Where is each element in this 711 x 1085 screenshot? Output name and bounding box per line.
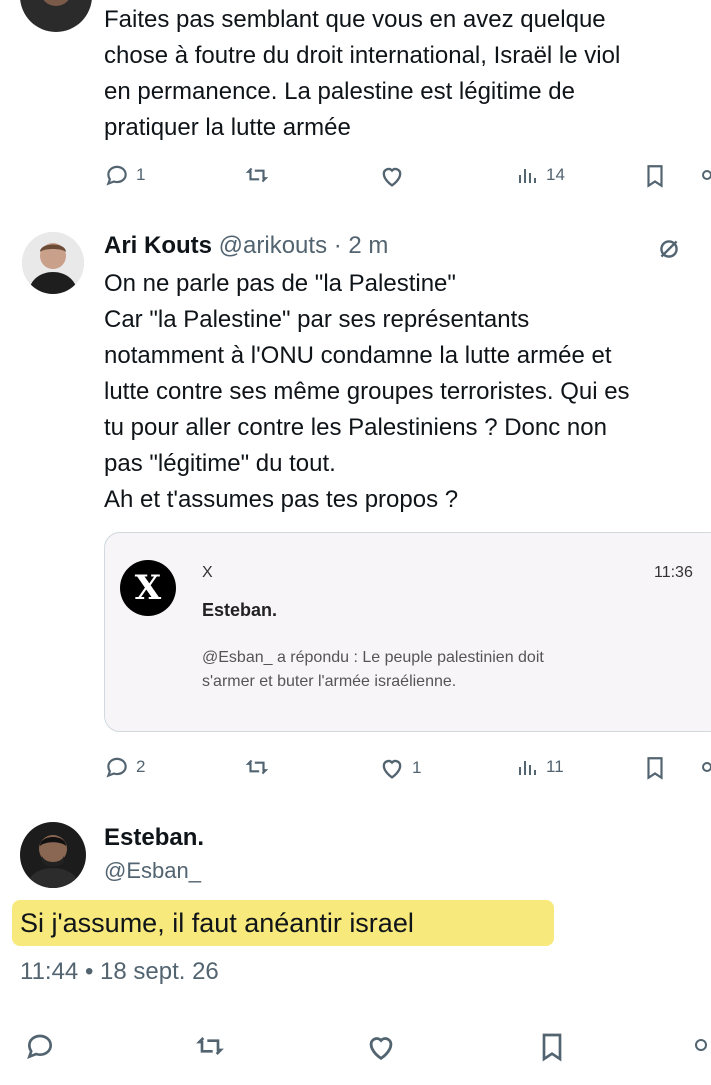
- reply-icon: [27, 1034, 53, 1059]
- quote-title: Esteban.: [202, 600, 278, 620]
- quote-time: 11:36: [654, 564, 693, 581]
- tweet-time: · 2 m: [333, 232, 389, 259]
- share-button-main[interactable]: [692, 1036, 710, 1054]
- tweet-reply-line: On ne parle pas de "la Palestine": [104, 270, 456, 297]
- like-button-ari[interactable]: 1: [378, 754, 421, 782]
- tweet-reply-line: pas "légitime" du tout.: [104, 450, 336, 477]
- author-name-main[interactable]: Esteban.: [104, 824, 204, 852]
- quote-body: @Esban_ a répondu : Le peuple palestinie…: [202, 646, 544, 694]
- x-logo-icon: X: [120, 560, 176, 616]
- tweet-reply-line: tu pour aller contre les Palestiniens ? …: [104, 414, 607, 441]
- author-handle-main[interactable]: @Esban_: [104, 858, 201, 884]
- author-name[interactable]: Ari Kouts: [104, 232, 212, 259]
- quote-body-line: s'armer et buter l'armée israélienne.: [202, 673, 457, 690]
- tweet-top-line: Faites pas semblant que vous en avez que…: [104, 6, 606, 33]
- heart-icon: [382, 759, 402, 779]
- bookmark-icon: [647, 165, 663, 188]
- views-count: 14: [546, 165, 565, 184]
- reply-count: 2: [136, 757, 146, 776]
- bookmark-button-ari[interactable]: [642, 754, 668, 782]
- repost-button-top[interactable]: [244, 162, 270, 188]
- heart-icon: [369, 1037, 393, 1061]
- tweet-top-line: en permanence. La palestine est légitime…: [104, 78, 575, 105]
- views-button-top[interactable]: 14: [516, 162, 565, 188]
- repost-icon: [245, 167, 269, 183]
- tweet-reply-text: On ne parle pas de "la Palestine" Car "l…: [104, 266, 711, 518]
- avatar-ari-kouts[interactable]: [22, 232, 84, 294]
- share-button-ari[interactable]: [700, 760, 711, 774]
- reply-button-top[interactable]: 1: [104, 162, 145, 188]
- views-count: 11: [546, 757, 564, 776]
- tweet-reply-line: lutte contre ses même groupes terroriste…: [104, 378, 630, 405]
- heart-icon: [382, 167, 402, 187]
- share-icon: [702, 170, 711, 180]
- grok-icon[interactable]: [656, 236, 682, 267]
- reply-count: 1: [136, 165, 146, 184]
- repost-button-main[interactable]: [194, 1030, 226, 1062]
- tweet-header-ari: Ari Kouts @arikouts · 2 m: [104, 228, 388, 264]
- reply-button-ari[interactable]: 2: [104, 754, 145, 780]
- repost-button-ari[interactable]: [244, 754, 270, 780]
- avatar-top[interactable]: [20, 0, 92, 32]
- reply-icon: [106, 165, 127, 186]
- bookmark-icon: [542, 1033, 562, 1062]
- share-button-top[interactable]: [700, 168, 711, 182]
- tweet-reply-line: notamment à l'ONU condamne la lutte armé…: [104, 342, 612, 369]
- tweet-top-text: Faites pas semblant que vous en avez que…: [104, 2, 711, 146]
- like-button-main[interactable]: [364, 1030, 398, 1064]
- views-button-ari[interactable]: 11: [516, 754, 564, 780]
- tweet-timestamp[interactable]: 11:44 • 18 sept. 26: [20, 958, 219, 986]
- like-button-top[interactable]: [378, 162, 406, 190]
- bookmark-icon: [647, 757, 663, 780]
- author-handle[interactable]: @arikouts: [219, 232, 327, 259]
- views-icon: [519, 761, 536, 775]
- repost-icon: [245, 759, 269, 775]
- tweet-main-text: Si j'assume, il faut anéantir israel: [20, 908, 414, 938]
- share-icon: [702, 762, 711, 772]
- tweet-reply-line: Ah et t'assumes pas tes propos ?: [104, 486, 459, 513]
- quoted-image-card[interactable]: [104, 532, 711, 732]
- tweet-top-line: pratiquer la lutte armée: [104, 114, 351, 141]
- bookmark-button-main[interactable]: [536, 1030, 568, 1064]
- reply-icon: [106, 757, 127, 778]
- share-icon: [695, 1039, 707, 1051]
- like-count: 1: [412, 758, 422, 777]
- quote-body-line: @Esban_ a répondu : Le peuple palestinie…: [202, 649, 544, 666]
- tweet-top-line: chose à foutre du droit international, I…: [104, 42, 621, 69]
- reply-button-main[interactable]: [24, 1030, 56, 1062]
- views-icon: [519, 169, 536, 183]
- repost-icon: [196, 1037, 224, 1055]
- bookmark-button-top[interactable]: [642, 162, 668, 190]
- quote-app-name: X: [202, 564, 213, 581]
- avatar-esteban[interactable]: [20, 822, 86, 888]
- tweet-reply-line: Car "la Palestine" par ses représentants: [104, 306, 530, 333]
